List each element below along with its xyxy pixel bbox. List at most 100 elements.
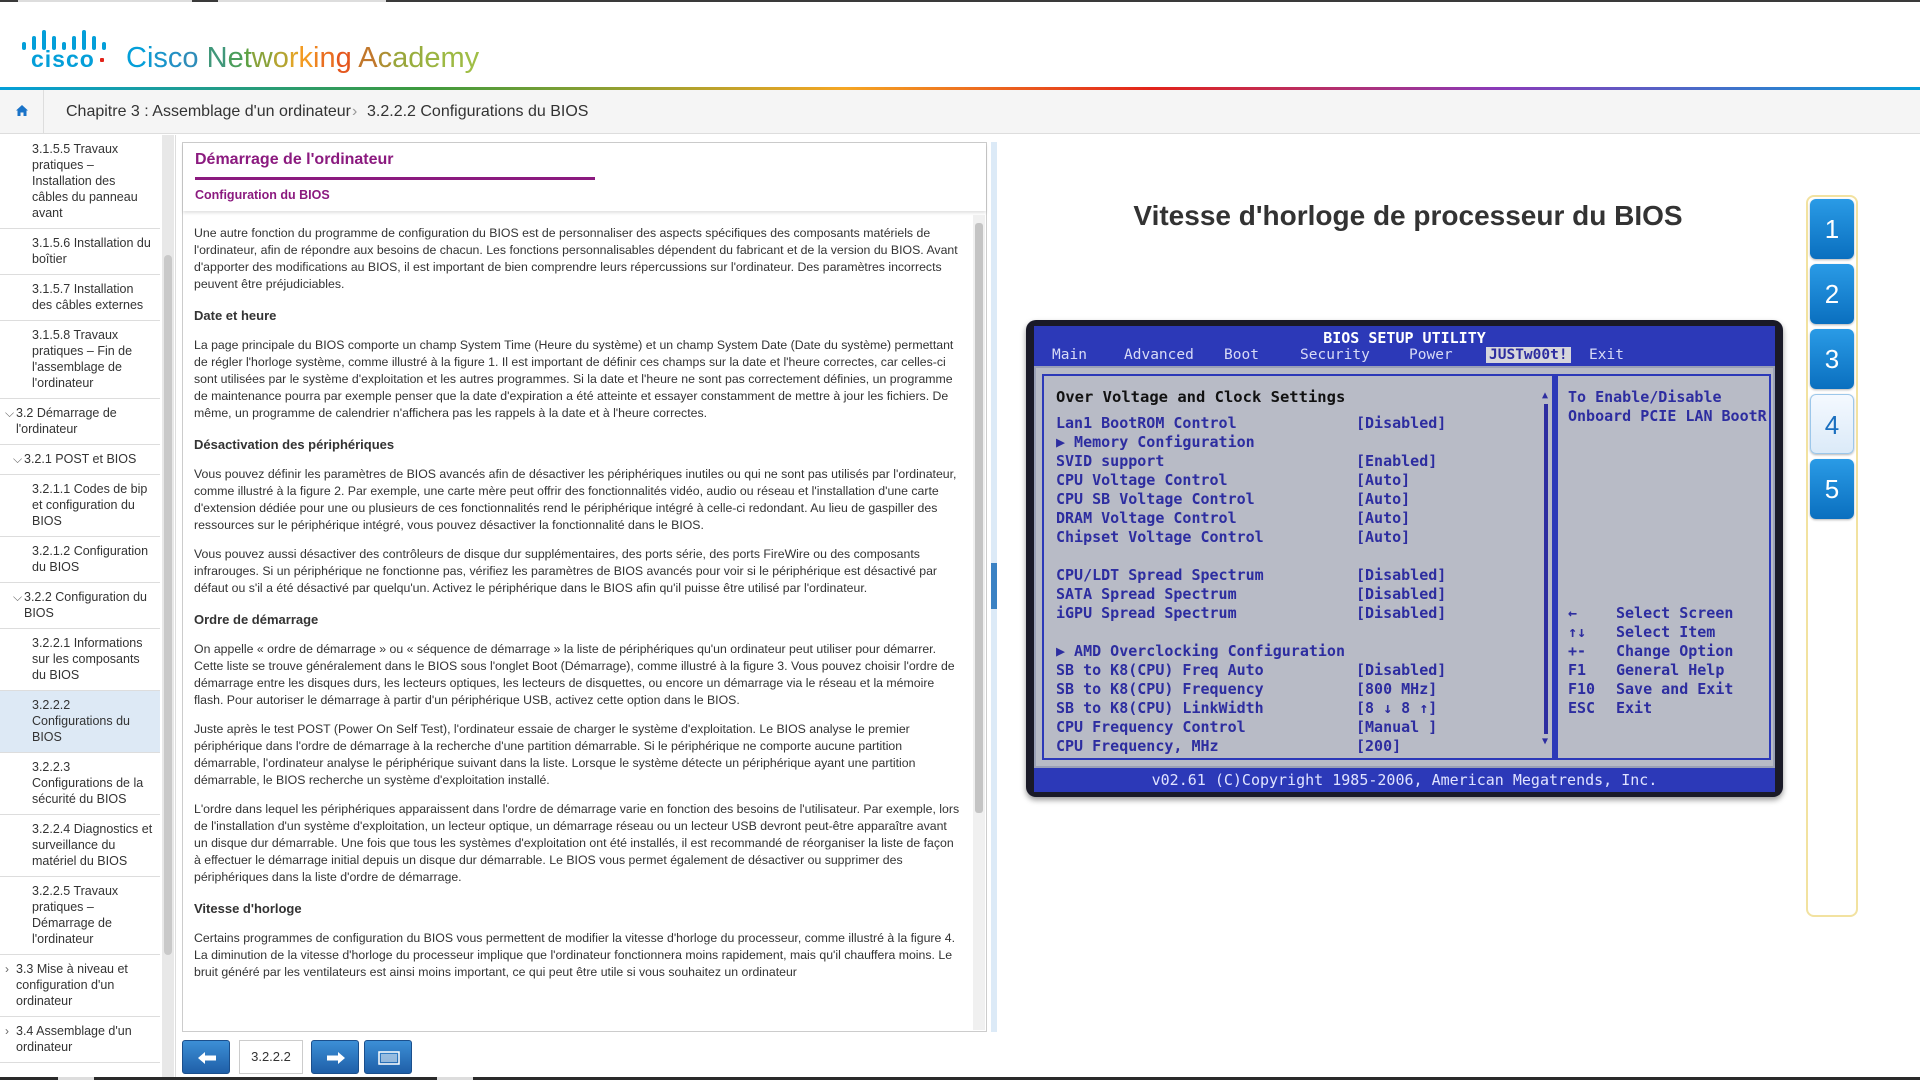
sidebar-item[interactable]: ⌵ 3.2.1 POST et BIOS bbox=[0, 445, 160, 475]
academy-title-letter: g bbox=[335, 42, 352, 74]
sidebar-item[interactable]: 3.2.1.1 Codes de bip et configuration du… bbox=[0, 475, 160, 537]
bios-help-key: F10 bbox=[1568, 680, 1596, 698]
sidebar-item[interactable]: ⌵ 3.2.2 Configuration du BIOS bbox=[0, 583, 160, 629]
chevron-right-icon[interactable]: › bbox=[5, 961, 9, 977]
academy-title-letter: c bbox=[167, 42, 183, 74]
sidebar-item[interactable]: › 3.3 Mise à niveau et configuration d'un… bbox=[0, 955, 160, 1017]
academy-title-letter: e bbox=[227, 42, 244, 74]
sidebar-item-label: 3.2.1 POST et BIOS bbox=[24, 452, 137, 466]
bios-setting-value: [8 ↓ 8 ↑] bbox=[1356, 699, 1438, 717]
fullscreen-button[interactable] bbox=[364, 1040, 412, 1074]
bios-screenshot: BIOS SETUP UTILITY Main Advanced Boot Secur… bbox=[1026, 320, 1783, 797]
bios-tab: Boot bbox=[1224, 347, 1259, 363]
bios-setting-label: SATA Spread Spectrum bbox=[1056, 585, 1237, 603]
page-subtitle: Configuration du BIOS bbox=[195, 188, 330, 202]
sidebar-item[interactable]: 3.1.5.8 Travaux pratiques – Fin de l'ass… bbox=[0, 321, 160, 399]
chevron-down-icon[interactable]: ⌵ bbox=[5, 405, 14, 421]
sidebar-item-label: 3.2.2.2 Configurations du BIOS bbox=[32, 698, 130, 744]
sidebar-item-label: 3.2.2.1 Informations sur les composants … bbox=[32, 636, 143, 682]
bios-tabs: Main Advanced Boot Security Power JUSTw00t! Ex… bbox=[1034, 347, 1775, 365]
academy-title-letter: y bbox=[464, 42, 480, 74]
sidebar-item-label: 3.2.2.3 Configurations de la sécurité du… bbox=[32, 760, 144, 806]
bios-setting-label: Chipset Voltage Control bbox=[1056, 528, 1264, 546]
sidebar-item-label: 3.2 Démarrage de l'ordinateur bbox=[16, 406, 117, 436]
section-heading: Désactivation des périphériques bbox=[194, 437, 395, 452]
sidebar-item[interactable]: 3.2.2.3 Configurations de la sécurité du… bbox=[0, 753, 160, 815]
chevron-down-icon[interactable]: ⌵ bbox=[13, 451, 22, 467]
sidebar-item-label: 3.2.1.1 Codes de bip et configuration du… bbox=[32, 482, 148, 528]
paragraph: Vous pouvez aussi désactiver des contrôl… bbox=[194, 547, 938, 595]
figure-step-button-3[interactable]: 3 bbox=[1810, 329, 1854, 389]
sidebar-item[interactable]: 3.2.2.5 Travaux pratiques – Démarrage de… bbox=[0, 877, 160, 955]
chevron-down-icon[interactable]: ⌵ bbox=[13, 589, 22, 605]
sidebar-item-label: 3.2.1.2 Configuration du BIOS bbox=[32, 544, 149, 574]
sidebar-item-label: 3.1.5.6 Installation du boîtier bbox=[32, 236, 151, 266]
bios-setting-value: [200] bbox=[1356, 737, 1402, 755]
figure-step-button-1[interactable]: 1 bbox=[1810, 199, 1854, 259]
next-page-button[interactable] bbox=[311, 1040, 359, 1074]
sidebar-item[interactable]: 3.2.1.2 Configuration du BIOS bbox=[0, 537, 160, 583]
bios-help-key: ← bbox=[1568, 604, 1578, 622]
bios-tab: JUSTw00t! bbox=[1486, 347, 1571, 363]
academy-title[interactable]: Cisco Networking Academy bbox=[126, 42, 479, 75]
bios-help-key-desc: Save and Exit bbox=[1616, 680, 1734, 698]
bios-setting-label: SB to K8(CPU) LinkWidth bbox=[1056, 699, 1264, 717]
splitter-handle[interactable] bbox=[991, 563, 997, 609]
bios-settings-list: Over Voltage and Clock Settings ▲ ▼ Lan1… bbox=[1042, 374, 1554, 760]
arrow-left-icon bbox=[198, 1052, 216, 1064]
figure-step-button-2[interactable]: 2 bbox=[1810, 264, 1854, 324]
bios-setting-value: [Disabled] bbox=[1356, 604, 1447, 622]
home-icon bbox=[16, 105, 28, 116]
bios-setting-value: [Enabled] bbox=[1356, 452, 1438, 470]
academy-title-letter: o bbox=[182, 42, 199, 74]
bios-help-key: ↑↓ bbox=[1568, 623, 1587, 641]
bios-panel: Over Voltage and Clock Settings ▲ ▼ Lan1… bbox=[1034, 366, 1775, 768]
sidebar-item[interactable]: 3.2.2.4 Diagnostics et surveillance du m… bbox=[0, 815, 160, 877]
chevron-right-icon[interactable]: › bbox=[5, 1023, 9, 1039]
sidebar-item-label: 3.4 Assemblage d'un ordinateur bbox=[16, 1024, 132, 1054]
figure-step-button-4[interactable]: 4 bbox=[1810, 394, 1854, 454]
sidebar-item[interactable]: 3.2.2.1 Informations sur les composants … bbox=[0, 629, 160, 691]
bios-help-key-desc: Change Option bbox=[1616, 642, 1734, 660]
paragraph: Juste après le test POST (Power On Self … bbox=[194, 722, 916, 787]
sidebar-item-label: 3.1.5.8 Travaux pratiques – Fin de l'ass… bbox=[32, 328, 133, 390]
academy-title-letter: c bbox=[377, 42, 393, 74]
bios-tab: Main bbox=[1052, 347, 1087, 363]
sidebar-scroll-thumb[interactable] bbox=[164, 255, 172, 955]
bios-setting-value: [800 MHz] bbox=[1356, 680, 1438, 698]
sidebar-item-label: 3.2.2 Configuration du BIOS bbox=[24, 590, 148, 620]
figure-step-button-5[interactable]: 5 bbox=[1810, 459, 1854, 519]
section-heading: Vitesse d'horloge bbox=[194, 901, 302, 916]
bios-setting-label: CPU SB Voltage Control bbox=[1056, 490, 1255, 508]
academy-title-letter: d bbox=[408, 42, 425, 74]
previous-page-button[interactable] bbox=[182, 1040, 230, 1074]
header: cisco Cisco Networking Academy bbox=[0, 2, 1920, 89]
paragraph: Vous pouvez définir les paramètres de BI… bbox=[194, 467, 957, 532]
bios-setting-label: CPU Frequency, MHz bbox=[1056, 737, 1219, 755]
cisco-logo-dot bbox=[100, 58, 104, 62]
bios-copyright: v02.61 (C)Copyright 1985-2006, American … bbox=[1151, 771, 1658, 789]
home-button[interactable] bbox=[0, 90, 44, 133]
bios-title: BIOS SETUP UTILITY bbox=[1323, 329, 1486, 347]
content-header: Démarrage de l'ordinateur Configuration … bbox=[183, 143, 986, 211]
breadcrumb-chapter[interactable]: Chapitre 3 : Assemblage d'un ordinateur bbox=[66, 103, 351, 121]
sidebar-item[interactable]: 3.2.2.2 Configurations du BIOS bbox=[0, 691, 160, 753]
sidebar-item[interactable]: ⌵ 3.2 Démarrage de l'ordinateur bbox=[0, 399, 160, 445]
sidebar-item[interactable]: › 3.4 Assemblage d'un ordinateur bbox=[0, 1017, 160, 1063]
bios-help-text: Onboard PCIE LAN BootR bbox=[1568, 407, 1767, 425]
bios-setting-label: iGPU Spread Spectrum bbox=[1056, 604, 1237, 622]
breadcrumb: Chapitre 3 : Assemblage d'un ordinateur … bbox=[0, 90, 1920, 134]
bios-setting-label: ▶ AMD Overclocking Configuration bbox=[1056, 642, 1345, 660]
bios-setting-label: CPU/LDT Spread Spectrum bbox=[1056, 566, 1264, 584]
sidebar-item[interactable]: 3.1.5.6 Installation du boîtier bbox=[0, 229, 160, 275]
academy-title-letter: t bbox=[243, 42, 252, 74]
academy-title-letter: a bbox=[392, 42, 409, 74]
academy-title-letter: s bbox=[153, 42, 168, 74]
academy-title-letter: C bbox=[126, 42, 147, 74]
sidebar-item[interactable]: 3.1.5.5 Travaux pratiques – Installation… bbox=[0, 135, 160, 229]
sidebar-item[interactable]: 3.1.5.7 Installation des câbles externes bbox=[0, 275, 160, 321]
bios-scroll-down-icon: ▼ bbox=[1542, 736, 1549, 747]
content-scroll-thumb[interactable] bbox=[975, 223, 983, 813]
sidebar-item-label: 3.2.2.4 Diagnostics et surveillance du m… bbox=[32, 822, 153, 868]
page-title: Démarrage de l'ordinateur bbox=[195, 151, 394, 168]
